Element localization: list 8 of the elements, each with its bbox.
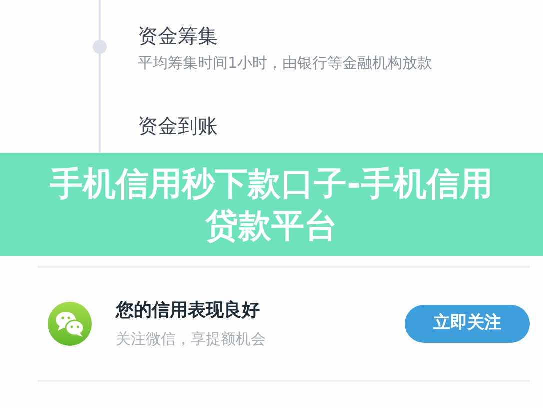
chat-bubbles-icon	[48, 302, 92, 346]
step-title: 资金到账	[138, 114, 219, 138]
banner-title: 手机信用秒下款口子-手机信用贷款平台	[50, 163, 493, 246]
follow-button[interactable]: 立即关注	[405, 305, 530, 343]
promo-subtitle: 关注微信，享提额机会	[116, 329, 267, 350]
promo-title: 您的信用表现良好	[116, 299, 261, 324]
step-description: 平均筹集时间1小时，由银行等金融机构放款	[138, 53, 434, 74]
step-title: 资金筹集	[138, 24, 219, 48]
